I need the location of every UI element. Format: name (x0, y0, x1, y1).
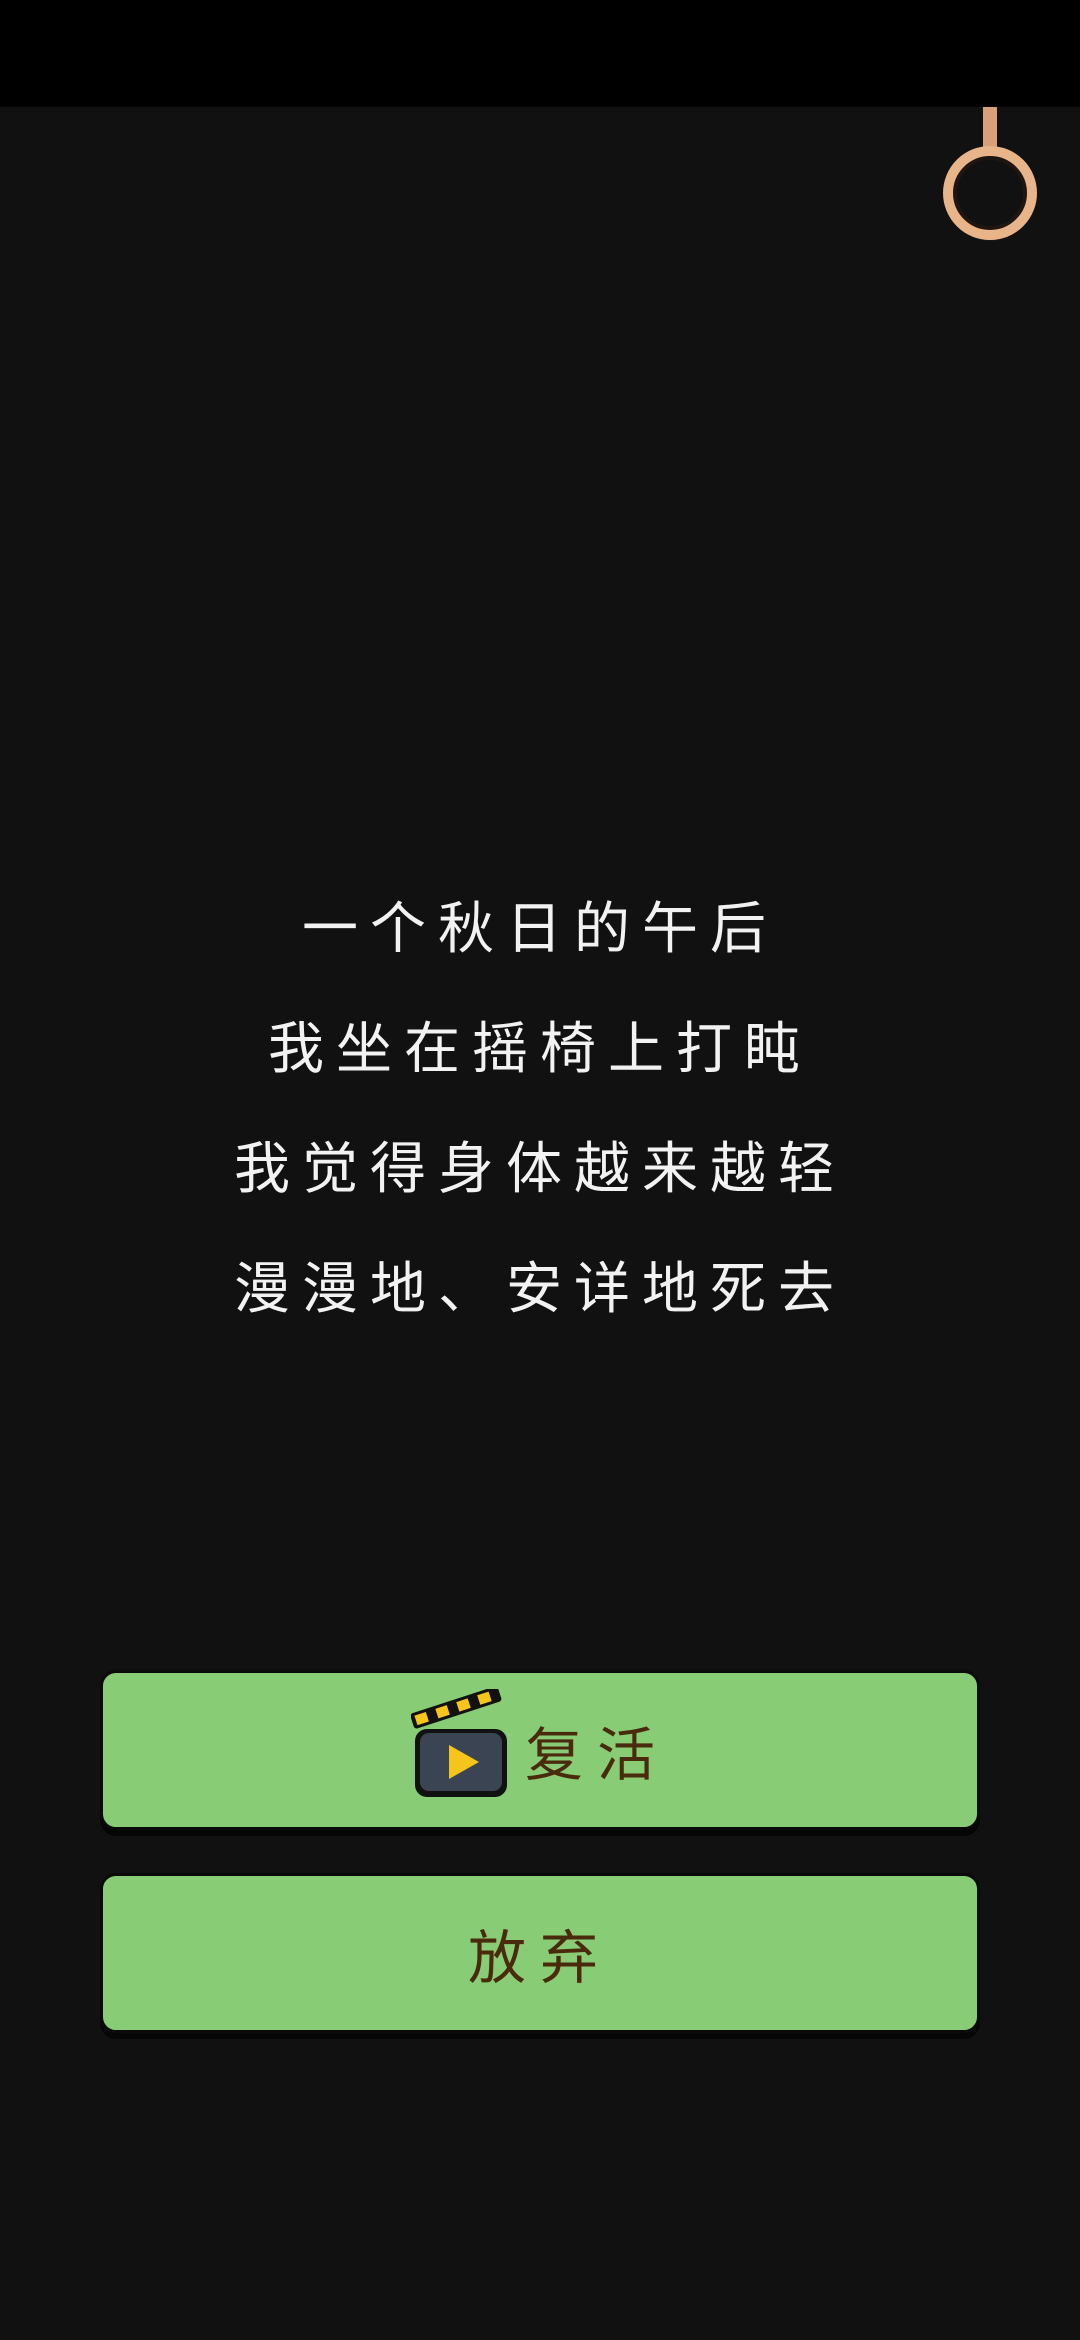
revive-button[interactable]: 复活 (100, 1670, 980, 1830)
story-line-4: 漫漫地、安详地死去 (234, 1257, 846, 1322)
story-line-3: 我觉得身体越来越轻 (234, 1137, 846, 1202)
story-line-2: 我坐在摇椅上打盹 (268, 1017, 812, 1082)
ring-icon[interactable] (935, 107, 1045, 267)
give-up-label: 放弃 (467, 1924, 612, 1992)
story-text: 一个秋日的午后 我坐在摇椅上打盹 我觉得身体越来越轻 漫漫地、安详地死去 (0, 870, 1080, 1350)
status-bar (0, 0, 1080, 107)
revive-label: 复活 (524, 1721, 669, 1789)
give-up-button[interactable]: 放弃 (100, 1873, 980, 2033)
video-clapper-icon (410, 1689, 507, 1797)
story-line-1: 一个秋日的午后 (302, 897, 778, 962)
